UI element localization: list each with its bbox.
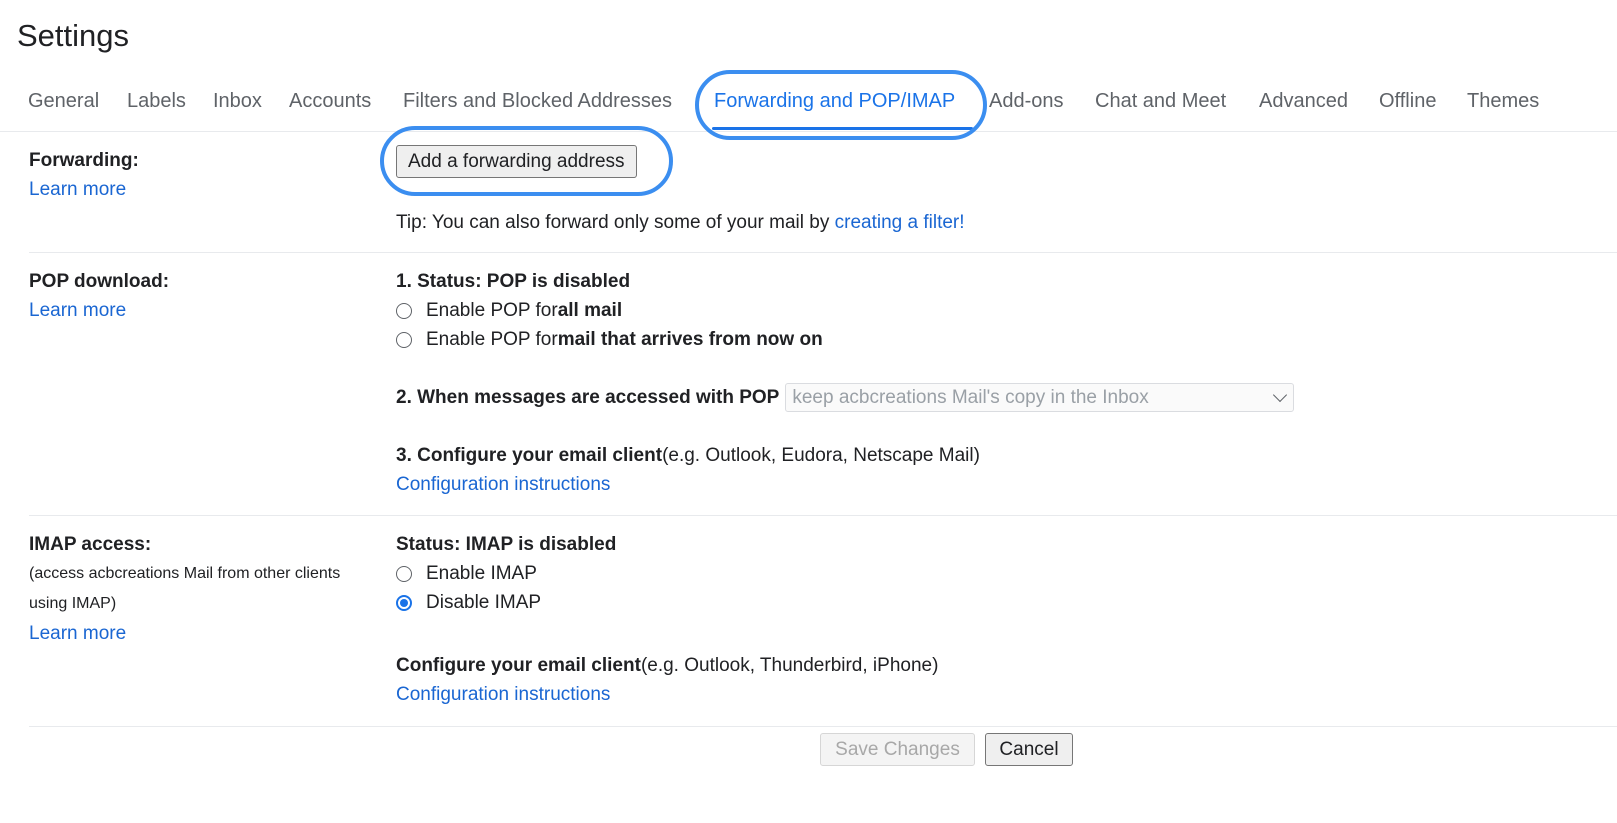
pop-all-mail-radio[interactable] <box>396 302 412 319</box>
pop-access-select[interactable]: keep acbcreations Mail's copy in the Inb… <box>785 383 1295 412</box>
pop-option-bold: mail that arrives from now on <box>557 329 823 350</box>
forwarding-tip-text: Tip: You can also forward only some of y… <box>396 212 835 233</box>
pop-status: 1. Status: POP is disabled <box>396 271 631 292</box>
active-tab-indicator <box>712 127 973 130</box>
pop-configure-row: 3. Configure your email client (e.g. Out… <box>396 441 1294 470</box>
tab-advanced[interactable]: Advanced <box>1259 90 1348 113</box>
pop-access-select-value: keep acbcreations Mail's copy in the Inb… <box>792 386 1149 408</box>
imap-learn-more-link[interactable]: Learn more <box>29 619 340 648</box>
imap-configuration-instructions-link[interactable]: Configuration instructions <box>396 680 938 709</box>
save-changes-button[interactable]: Save Changes <box>820 733 975 766</box>
pop-access-row: 2. When messages are accessed with POP k… <box>396 383 1295 412</box>
imap-configure-examples: (e.g. Outlook, Thunderbird, iPhone) <box>640 655 939 676</box>
pop-learn-more-link[interactable]: Learn more <box>29 296 169 325</box>
imap-status: Status: IMAP is disabled <box>396 534 617 555</box>
tab-general[interactable]: General <box>28 90 99 113</box>
imap-access-section: IMAP access: (access acbcreations Mail f… <box>29 516 1617 727</box>
disable-imap-label: Disable IMAP <box>426 592 542 613</box>
imap-option-disable[interactable]: Disable IMAP <box>396 588 938 617</box>
tab-inbox[interactable]: Inbox <box>213 90 262 113</box>
add-forwarding-address-button[interactable]: Add a forwarding address <box>396 145 637 178</box>
cancel-button[interactable]: Cancel <box>985 733 1073 766</box>
pop-from-now-on-radio[interactable] <box>396 331 412 348</box>
tab-offline[interactable]: Offline <box>1379 90 1436 113</box>
pop-download-label: POP download: <box>29 271 170 292</box>
pop-option-label: Enable POP for <box>426 300 558 321</box>
imap-option-enable[interactable]: Enable IMAP <box>396 559 938 588</box>
chevron-down-icon <box>1273 387 1288 403</box>
pop-option-bold: all mail <box>557 300 623 321</box>
pop-configure-examples: (e.g. Outlook, Eudora, Netscape Mail) <box>662 445 980 466</box>
page-title: Settings <box>17 18 130 53</box>
tab-accounts[interactable]: Accounts <box>289 90 371 113</box>
forwarding-learn-more-link[interactable]: Learn more <box>29 175 139 204</box>
pop-access-label: 2. When messages are accessed with POP <box>396 387 780 408</box>
imap-sub-label: (access acbcreations Mail from other cli… <box>29 565 341 582</box>
pop-download-section: POP download: Learn more 1. Status: POP … <box>29 253 1617 516</box>
pop-configure-label: 3. Configure your email client <box>396 445 663 466</box>
enable-imap-label: Enable IMAP <box>426 563 537 584</box>
imap-configure-label: Configure your email client <box>396 655 641 676</box>
tab-forwarding-and-pop-imap[interactable]: Forwarding and POP/IMAP <box>714 90 955 113</box>
pop-option-label: Enable POP for <box>426 329 558 350</box>
pop-configuration-instructions-link[interactable]: Configuration instructions <box>396 470 1294 499</box>
imap-sub-label-cont: using IMAP) <box>29 595 117 612</box>
forwarding-section: Forwarding: Learn more Add a forwarding … <box>29 132 1617 253</box>
pop-option-from-now-on[interactable]: Enable POP for mail that arrives from no… <box>396 325 1294 354</box>
forwarding-label: Forwarding: <box>29 150 139 171</box>
tab-themes[interactable]: Themes <box>1467 90 1539 113</box>
tab-chat-and-meet[interactable]: Chat and Meet <box>1095 90 1226 113</box>
disable-imap-radio[interactable] <box>396 594 412 611</box>
settings-tabs: General Labels Inbox Accounts Filters an… <box>0 80 1617 132</box>
tab-labels[interactable]: Labels <box>127 90 186 113</box>
imap-configure-row: Configure your email client (e.g. Outloo… <box>396 651 938 680</box>
creating-a-filter-link[interactable]: creating a filter! <box>835 212 965 233</box>
tab-filters-and-blocked-addresses[interactable]: Filters and Blocked Addresses <box>403 90 672 113</box>
imap-access-label: IMAP access: <box>29 534 152 555</box>
enable-imap-radio[interactable] <box>396 565 412 582</box>
tab-add-ons[interactable]: Add-ons <box>989 90 1064 113</box>
pop-option-all-mail[interactable]: Enable POP for all mail <box>396 296 1294 325</box>
